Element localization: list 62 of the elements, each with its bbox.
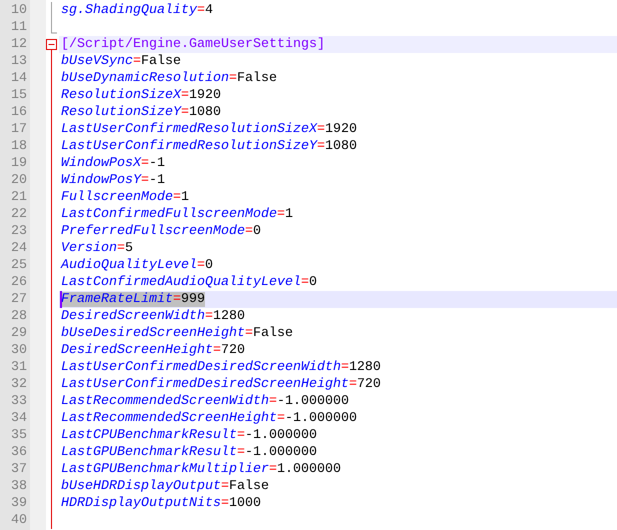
line-number: 26 (11, 275, 27, 290)
code-line: DesiredScreenHeight=720 (61, 343, 245, 358)
line-number: 16 (11, 105, 27, 120)
text-caret (60, 291, 62, 308)
code-line: LastConfirmedAudioQualityLevel=0 (61, 275, 317, 290)
fold-collapse-icon[interactable] (46, 39, 57, 50)
code-line: ResolutionSizeY=1080 (61, 105, 221, 120)
line-number: 35 (11, 428, 27, 443)
line-number: 21 (11, 190, 27, 205)
line-number: 18 (11, 139, 27, 154)
code-line: DesiredScreenWidth=1280 (61, 309, 245, 324)
code-line: WindowPosX=-1 (61, 156, 165, 171)
line-number: 15 (11, 88, 27, 103)
section-header: [/Script/Engine.GameUserSettings] (61, 37, 325, 52)
fold-bracket-line (51, 2, 58, 34)
code-line: bUseDynamicResolution=False (61, 71, 277, 86)
line-number: 19 (11, 156, 27, 171)
code-line: bUseDesiredScreenHeight=False (61, 326, 293, 341)
line-number: 39 (11, 496, 27, 511)
code-line: FullscreenMode=1 (61, 190, 189, 205)
line-number: 28 (11, 309, 27, 324)
line-number: 24 (11, 241, 27, 256)
code-line: LastCPUBenchmarkResult=-1.000000 (61, 428, 317, 443)
line-number: 36 (11, 445, 27, 460)
code-line: WindowPosY=-1 (61, 173, 165, 188)
code-line: bUseHDRDisplayOutput=False (61, 479, 269, 494)
line-number: 11 (11, 20, 27, 35)
code-line: LastUserConfirmedDesiredScreenWidth=1280 (61, 360, 381, 375)
line-number: 20 (11, 173, 27, 188)
line-number: 14 (11, 71, 27, 86)
line-number: 27 (11, 292, 27, 307)
code-line: ResolutionSizeX=1920 (61, 88, 221, 103)
code-line: AudioQualityLevel=0 (61, 258, 213, 273)
code-line: sg.ShadingQuality=4 (61, 3, 213, 18)
line-number: 25 (11, 258, 27, 273)
code-line: LastConfirmedFullscreenMode=1 (61, 207, 293, 222)
code-line: HDRDisplayOutputNits=1000 (61, 496, 261, 511)
code-line: LastUserConfirmedResolutionSizeX=1920 (61, 122, 357, 137)
line-number: 10 (11, 3, 27, 18)
line-number: 30 (11, 343, 27, 358)
line-number: 38 (11, 479, 27, 494)
line-number: 40 (11, 513, 27, 528)
code-line: LastRecommendedScreenHeight=-1.000000 (61, 411, 357, 426)
line-number: 31 (11, 360, 27, 375)
code-line: LastUserConfirmedDesiredScreenHeight=720 (61, 377, 381, 392)
line-number: 29 (11, 326, 27, 341)
code-line: bUseVSync=False (61, 54, 181, 69)
line-number: 13 (11, 54, 27, 69)
code-line: LastGPUBenchmarkResult=-1.000000 (61, 445, 317, 460)
line-number: 33 (11, 394, 27, 409)
line-number: 22 (11, 207, 27, 222)
line-number: 23 (11, 224, 27, 239)
code-line: LastRecommendedScreenWidth=-1.000000 (61, 394, 349, 409)
line-number: 32 (11, 377, 27, 392)
line-number: 12 (11, 37, 27, 52)
code-line: PreferredFullscreenMode=0 (61, 224, 261, 239)
line-number: 37 (11, 462, 27, 477)
code-line: Version=5 (61, 241, 133, 256)
code-line: LastGPUBenchmarkMultiplier=1.000000 (61, 462, 341, 477)
line-number: 34 (11, 411, 27, 426)
code-line: LastUserConfirmedResolutionSizeY=1080 (61, 139, 357, 154)
line-number: 17 (11, 122, 27, 137)
